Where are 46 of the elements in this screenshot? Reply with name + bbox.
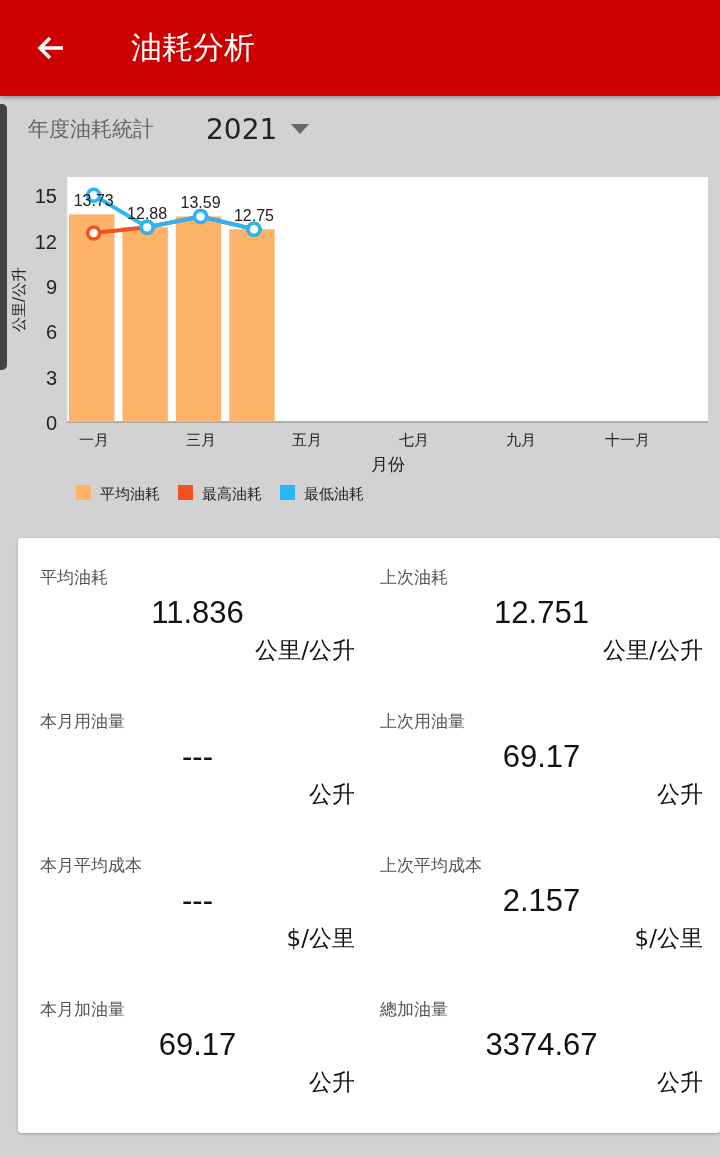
stat-value: 11.836 — [151, 595, 244, 630]
x-axis-title: 月份 — [370, 454, 405, 474]
legend-label: 最高油耗 — [202, 485, 262, 503]
stat-label: 本月平均成本 — [40, 855, 142, 875]
screen-title: 油耗分析 — [131, 28, 255, 67]
legend-label: 最低油耗 — [304, 485, 364, 503]
y-tick-label: 15 — [34, 185, 57, 208]
x-tick-label: 五月 — [292, 431, 323, 449]
stat-unit: 公升 — [657, 1069, 703, 1095]
x-tick-label: 十一月 — [605, 431, 651, 449]
data-label: 12.88 — [127, 205, 168, 223]
stat-value: --- — [182, 739, 213, 774]
data-label: 12.75 — [233, 207, 274, 225]
y-tick-label: 3 — [45, 366, 57, 389]
stat-value: --- — [182, 883, 213, 918]
y-axis-title: 公里/公升 — [10, 266, 28, 333]
stat-value: 12.751 — [494, 595, 589, 630]
x-tick-label: 一月 — [78, 431, 109, 449]
legend-label: 平均油耗 — [100, 485, 160, 503]
stat-value: 69.17 — [158, 1027, 237, 1062]
x-tick-label: 七月 — [399, 431, 430, 449]
stat-unit: $/公里 — [286, 925, 355, 951]
stat-value: 2.157 — [502, 883, 581, 918]
stat-unit: 公升 — [657, 781, 703, 807]
stat-value: 69.17 — [502, 739, 581, 774]
stat-label: 上次用油量 — [380, 711, 465, 731]
y-tick-label: 6 — [45, 321, 57, 344]
stat-label: 本月用油量 — [40, 711, 125, 731]
stat-value: 3374.67 — [485, 1027, 598, 1062]
stat-label: 總加油量 — [380, 999, 448, 1019]
x-tick-label: 三月 — [185, 431, 216, 449]
stat-unit: 公里/公升 — [603, 637, 703, 663]
stat-label: 本月加油量 — [40, 999, 125, 1019]
data-label: 13.59 — [180, 194, 221, 212]
stat-label: 上次油耗 — [380, 567, 448, 587]
stat-unit: $/公里 — [634, 925, 703, 951]
stat-unit: 公里/公升 — [255, 637, 355, 663]
y-tick-label: 12 — [34, 230, 57, 253]
x-tick-label: 九月 — [506, 431, 537, 449]
y-tick-label: 0 — [45, 412, 57, 434]
section-label: 年度油耗統計 — [28, 116, 154, 143]
stat-unit: 公升 — [309, 1069, 355, 1095]
y-tick-label: 9 — [45, 275, 57, 298]
stat-unit: 公升 — [309, 781, 355, 807]
stat-label: 上次平均成本 — [380, 855, 482, 875]
stat-label: 平均油耗 — [40, 567, 108, 587]
